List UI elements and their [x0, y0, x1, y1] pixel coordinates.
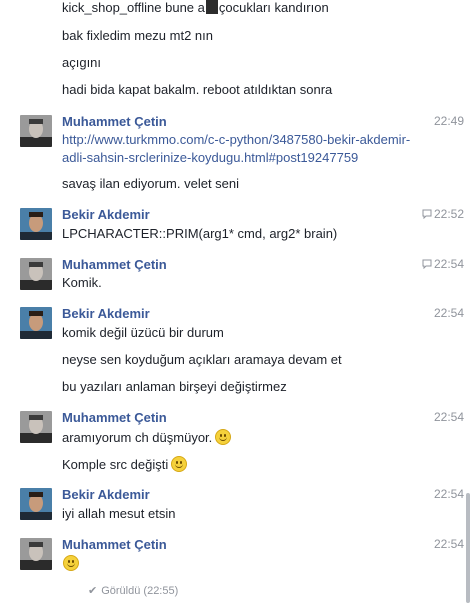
avatar-muhammet[interactable]	[20, 538, 52, 570]
message-text: kick_shop_offline bune a çocukları kandır…	[62, 0, 329, 15]
smiley-emoji-icon	[63, 555, 79, 571]
smiley-emoji-icon	[215, 429, 232, 445]
message-text: açıgını	[62, 55, 102, 70]
checkmark-icon: ✔	[88, 585, 98, 597]
message-text: neyse sen koyduğum açıkları aramaya deva…	[62, 352, 342, 367]
message-text: hadi bida kapat bakalm. reboot atıldıkta…	[62, 82, 333, 97]
seen-status: ✔ Görüldü (22:55)	[88, 585, 179, 597]
chat-thread: kick_shop_offline bune a çocukları kandır…	[0, 0, 472, 605]
message-text: bak fixledim mezu mt2 nın	[62, 28, 214, 43]
sender-name[interactable]: Bekir Akdemir	[62, 487, 150, 502]
message-time: 22:54	[433, 537, 464, 551]
avatar-bekir[interactable]	[20, 488, 52, 520]
message-time: 22:54	[433, 487, 464, 501]
avatar-muhammet[interactable]	[20, 115, 52, 147]
message-text: aramıyorum ch düşmüyor.	[62, 429, 232, 445]
sender-name[interactable]: Bekir Akdemir	[62, 306, 150, 321]
smiley-emoji-icon	[171, 456, 188, 472]
message-text: Komik.	[62, 275, 102, 290]
message-text: Komple src değişti	[62, 456, 188, 472]
message-emoji	[60, 555, 79, 571]
speech-bubble-icon	[422, 208, 432, 222]
scrollbar-thumb[interactable]	[466, 493, 470, 603]
message-time: 22:49	[433, 114, 464, 128]
sender-name[interactable]: Bekir Akdemir	[62, 207, 150, 222]
avatar-bekir[interactable]	[20, 307, 52, 339]
inline-sticker-image[interactable]	[205, 0, 218, 14]
message-text: LPCHARACTER::PRIM(arg1* cmd, arg2* brain…	[62, 226, 338, 241]
message-time: 22:52	[422, 207, 464, 222]
speech-bubble-icon	[422, 258, 432, 272]
message-time: 22:54	[433, 306, 464, 320]
message-time: 22:54	[422, 257, 464, 272]
avatar-muhammet[interactable]	[20, 411, 52, 443]
message-link[interactable]: http://www.turkmmo.com/c-c-python/348758…	[62, 131, 410, 167]
sender-name[interactable]: Muhammet Çetin	[62, 410, 167, 425]
sender-name[interactable]: Muhammet Çetin	[62, 537, 167, 552]
sender-name[interactable]: Muhammet Çetin	[62, 114, 167, 129]
message-text: komik değil üzücü bir durum	[62, 325, 224, 340]
message-text: savaş ilan ediyorum. velet seni	[62, 176, 240, 191]
message-text: iyi allah mesut etsin	[62, 506, 176, 521]
sender-name[interactable]: Muhammet Çetin	[62, 257, 167, 272]
avatar-bekir[interactable]	[20, 208, 52, 240]
avatar-muhammet[interactable]	[20, 258, 52, 290]
message-time: 22:54	[433, 410, 464, 424]
message-text: bu yazıları anlaman birşeyi değiştirmez	[62, 379, 287, 394]
